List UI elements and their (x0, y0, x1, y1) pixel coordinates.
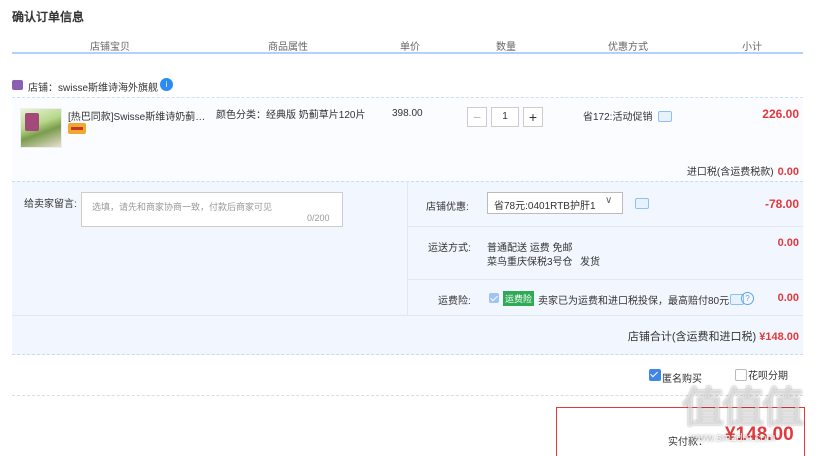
row-divider (408, 226, 803, 227)
shipping-method: 普通配送 运费 免邮 (487, 243, 573, 254)
insurance-value: 0.00 (777, 292, 799, 304)
shipping-warehouse: 菜鸟重庆保税3号仓 (487, 257, 573, 268)
quantity-input[interactable]: 1 (491, 107, 519, 127)
shipping-dispatch: 发货 (580, 257, 600, 268)
seller-message-placeholder: 选填，请先和商家协商一致，付款后商家可见 (92, 202, 273, 212)
page-title: 确认订单信息 (12, 10, 85, 24)
store-total-value: ¥148.00 (759, 331, 799, 343)
insurance-tag: 运费险 (503, 291, 535, 306)
column-header-price: 单价 (400, 42, 420, 53)
shipping-fee-value: 0.00 (777, 237, 799, 249)
store-total-label: 店铺合计(含运费和进口税) (627, 331, 757, 343)
options-divider (407, 181, 408, 315)
store-discount-label: 店铺优惠: (426, 202, 469, 213)
chevron-down-icon: ∨ (605, 195, 613, 206)
help-icon[interactable]: ? (741, 292, 754, 305)
store-total-row: 店铺合计(含运费和进口税) ¥148.00 (628, 328, 799, 344)
promotion-text: 省172:活动促销 (583, 112, 653, 123)
shipping-label: 运送方式: (428, 243, 471, 254)
column-header-quantity: 数量 (496, 42, 516, 53)
message-char-count: 0/200 (307, 213, 330, 223)
store-info-icon[interactable]: i (160, 78, 173, 91)
anonymous-checkbox[interactable] (649, 369, 661, 381)
store-discount-selected: 省78元:0401RTB护肝1 (494, 201, 596, 212)
promo-chat-icon[interactable] (658, 111, 672, 122)
import-tax-label: 进口税(含运费税款) (686, 167, 774, 178)
import-tax-row: 进口税(含运费税款) 0.00 (687, 163, 799, 178)
total-divider (12, 315, 803, 316)
insurance-label: 运费险: (438, 296, 471, 307)
credit-card-icon (68, 123, 86, 134)
product-thumbnail[interactable] (20, 108, 62, 148)
watermark-url: www.smzdm.com (690, 432, 776, 444)
column-header-item: 店铺宝贝 (90, 42, 130, 53)
item-subtotal: 226.00 (762, 107, 799, 121)
insurance-checkbox[interactable] (489, 293, 499, 303)
store-discount-value: -78.00 (764, 197, 799, 211)
column-header-attributes: 商品属性 (268, 42, 308, 53)
column-header-subtotal: 小计 (742, 42, 762, 53)
product-attributes: 颜色分类：经典版 奶蓟草片120片 (216, 110, 366, 121)
store-icon (12, 80, 23, 90)
watermark-logo: 值值值 (682, 384, 804, 431)
discount-chat-icon[interactable] (635, 198, 649, 209)
row-divider (408, 279, 803, 280)
import-tax-value: 0.00 (777, 166, 799, 178)
product-name-link[interactable]: [热巴同款]Swisse斯维诗奶蓟… (68, 108, 208, 123)
insurance-text: 卖家已为运费和进口税投保，最高赔付80元 (538, 296, 730, 307)
header-divider (12, 52, 803, 54)
store-name-link[interactable]: 店铺：swisse斯维诗海外旗舰 (28, 79, 158, 94)
quantity-decrease-button[interactable]: − (467, 107, 487, 127)
quantity-stepper: − 1 + (467, 107, 543, 127)
quantity-increase-button[interactable]: + (523, 107, 543, 127)
unit-price: 398.00 (392, 108, 423, 119)
column-header-discount: 优惠方式 (608, 42, 648, 53)
seller-message-label: 给卖家留言: (24, 199, 77, 210)
